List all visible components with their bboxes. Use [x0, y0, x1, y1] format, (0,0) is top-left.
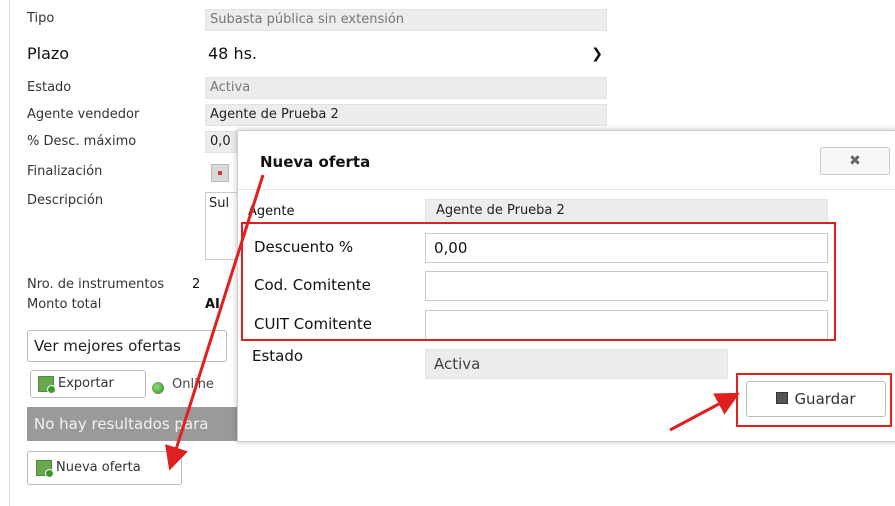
annotation-arrows — [165, 174, 740, 471]
arrow-to-guardar — [669, 392, 740, 432]
arrow-to-nueva-oferta — [165, 174, 265, 471]
